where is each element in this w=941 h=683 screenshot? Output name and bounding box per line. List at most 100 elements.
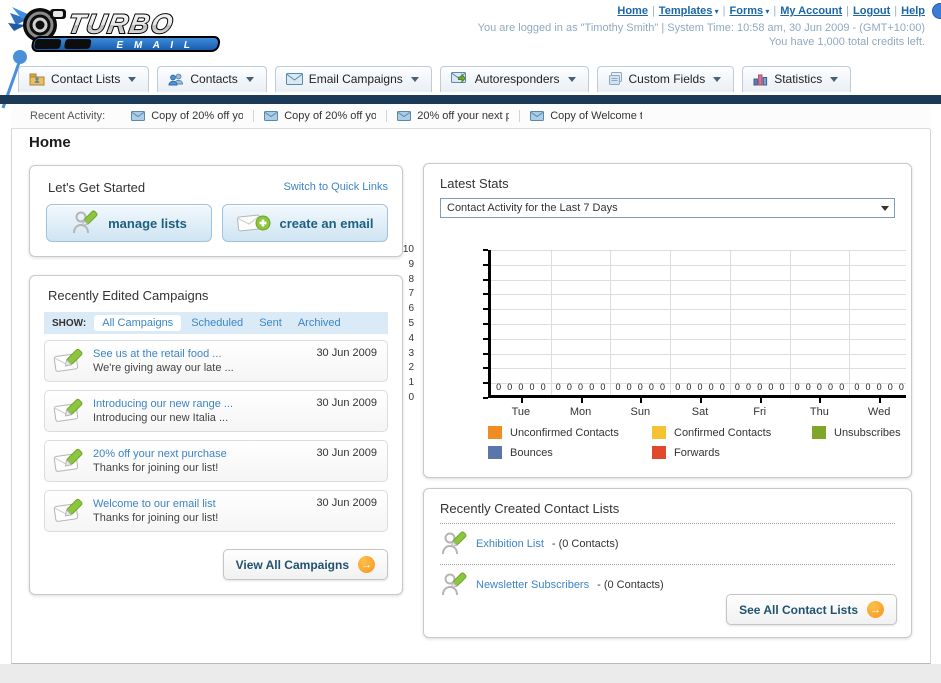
chart-value-label: 0 [828,382,834,392]
header: TURBO E M A I L Home | Templates ▾ | Forms ▾… [0,0,941,64]
chart-ytick-label: 8 [408,273,414,285]
envelope-pencil-icon [53,497,85,525]
switch-to-quick-links[interactable]: Switch to Quick Links [283,181,388,193]
create-an-email-button[interactable]: create an email [222,204,388,242]
contact-activity-chart: 0 0 0 0 0 Tue 0 0 0 0 0 Mon 0 0 0 0 0 Sun 0 0 0 0 0 Sat 0 0 0 0 0 Fri… [403,230,911,430]
contact-list-detail: - (0 Contacts) [597,579,664,591]
chevron-down-icon: ▾ [712,7,719,16]
legend-swatch [488,446,502,459]
recent-activity-item[interactable]: Copy of 20% off yo [121,110,255,122]
chart-ytick [483,263,488,266]
tab-email-campaigns[interactable]: Email Campaigns [274,66,432,92]
chevron-down-icon [830,76,839,82]
login-info-line1: You are logged in as "Timothy Smith" | S… [477,22,925,34]
recent-activity-item[interactable]: Copy of Welcome to [520,110,652,122]
campaign-row[interactable]: See us at the retail food ... We're givin… [44,340,388,382]
chart-ytick [483,308,488,311]
stats-period-dropdown[interactable]: Contact Activity for the Last 7 Days [440,198,895,218]
top-link-help[interactable]: Help [901,5,925,17]
top-link-templates[interactable]: Templates [659,5,713,17]
campaign-title-link[interactable]: See us at the retail food ... [93,348,234,360]
tab-contacts[interactable]: Contacts [157,66,267,92]
campaign-date: 30 Jun 2009 [316,397,377,409]
chart-value-label: 0 [540,382,546,392]
chart-value-label: 0 [660,382,666,392]
recent-activity-label: Recent Activity: [30,110,106,122]
legend-label: Bounces [510,446,553,459]
chart-value-label: 0 [839,382,845,392]
filter-archived[interactable]: Archived [298,317,341,329]
chart-value-label: 0 [648,382,654,392]
chart-xtick [819,398,822,403]
tab-custom-fields[interactable]: Custom Fields [596,66,735,92]
campaign-row[interactable]: Introducing our new range ... Introducing… [44,390,388,432]
campaign-row[interactable]: 20% off your next purchase Thanks for joi… [44,440,388,482]
view-all-campaigns-button[interactable]: View All Campaigns → [222,549,388,580]
login-info-line2: You have 1,000 total credits left. [768,36,925,48]
top-link-logout[interactable]: Logout [853,5,890,17]
chart-value-label: 0 [854,382,860,392]
legend-label: Unconfirmed Contacts [510,426,619,439]
tab-statistics[interactable]: Statistics [742,66,852,92]
nav-separator: | [651,5,655,17]
logo-wordmark: TURBO [66,8,177,39]
filter-sent[interactable]: Sent [259,317,282,329]
chart-value-label: 0 [686,382,692,392]
recent-activity-item[interactable]: 20% off your next p [387,110,521,122]
chart-value-labels: 00000 [732,382,788,392]
legend-item-confirmed-contacts: Confirmed Contacts [652,426,812,439]
chart-value-label: 0 [779,382,785,392]
chart-ytick [483,323,488,325]
filter-scheduled[interactable]: Scheduled [191,317,243,329]
see-all-contact-lists-button[interactable]: See All Contact Lists → [726,594,897,625]
chart-xtick [759,398,762,403]
chart-day-label: Sun [630,406,651,418]
chart-value-label: 0 [898,382,904,392]
top-link-forms[interactable]: Forms [730,5,764,17]
chart-xtick [879,398,882,403]
manage-lists-button[interactable]: manage lists [46,204,212,242]
tab-label: Contacts [190,72,238,86]
contact-list-link[interactable]: Newsletter Subscribers [476,579,589,591]
content-area: Home Let's Get Started Switch to Quick L… [11,129,931,664]
campaign-subtitle: Introducing our new Italia ... [93,412,229,424]
tab-contact-lists[interactable]: Contact Lists [18,66,150,92]
chart-day-group: 00000 [790,250,850,395]
chart-value-label: 0 [887,382,893,392]
chevron-down-icon [245,76,254,82]
chart-ytick [483,352,488,355]
campaigns-title: Recently Edited Campaigns [48,288,209,303]
chart-value-label: 0 [768,382,774,392]
campaign-date: 30 Jun 2009 [316,347,377,359]
contact-list-row[interactable]: Exhibition List - (0 Contacts) [440,523,895,564]
campaign-title-link[interactable]: Welcome to our email list [93,498,218,510]
envelope-small-icon [530,111,545,121]
top-link-home[interactable]: Home [617,5,648,17]
campaign-title-link[interactable]: 20% off your next purchase [93,448,227,460]
chart-value-label: 0 [578,382,584,392]
chart-value-label: 0 [675,382,681,392]
campaign-text: Welcome to our email list Thanks for join… [93,498,218,524]
legend-item-unsubscribes: Unsubscribes [812,426,901,439]
campaigns-filter-bar: SHOW: All Campaigns Scheduled Sent Archived [44,312,388,334]
app-logo[interactable]: TURBO E M A I L [6,3,236,64]
top-link-my-account[interactable]: My Account [780,5,842,17]
campaign-title-link[interactable]: Introducing our new range ... [93,398,233,410]
main-nav-tabs: Contact Lists Contacts Email Campaigns Auto… [18,66,852,92]
chart-ytick-label: 1 [408,377,414,389]
tab-autoresponders[interactable]: Autoresponders [439,66,589,92]
contact-list-link[interactable]: Exhibition List [476,538,544,550]
filter-all-campaigns[interactable]: All Campaigns [94,315,182,331]
latest-stats-title: Latest Stats [440,176,509,191]
chart-day-label: Thu [809,406,829,418]
chart-day-label: Sat [691,406,709,418]
recent-activity-item[interactable]: Copy of 20% off yo [254,110,388,122]
campaign-row[interactable]: Welcome to our email list Thanks for join… [44,490,388,532]
chart-value-labels: 00000 [851,382,907,392]
campaign-date: 30 Jun 2009 [316,497,377,509]
statistics-icon [753,73,768,86]
get-started-panel: Let's Get Started Switch to Quick Links … [29,165,403,257]
chart-ytick-label: 10 [402,244,414,255]
chart-ytick [483,367,488,370]
chart-value-label: 0 [615,382,621,392]
